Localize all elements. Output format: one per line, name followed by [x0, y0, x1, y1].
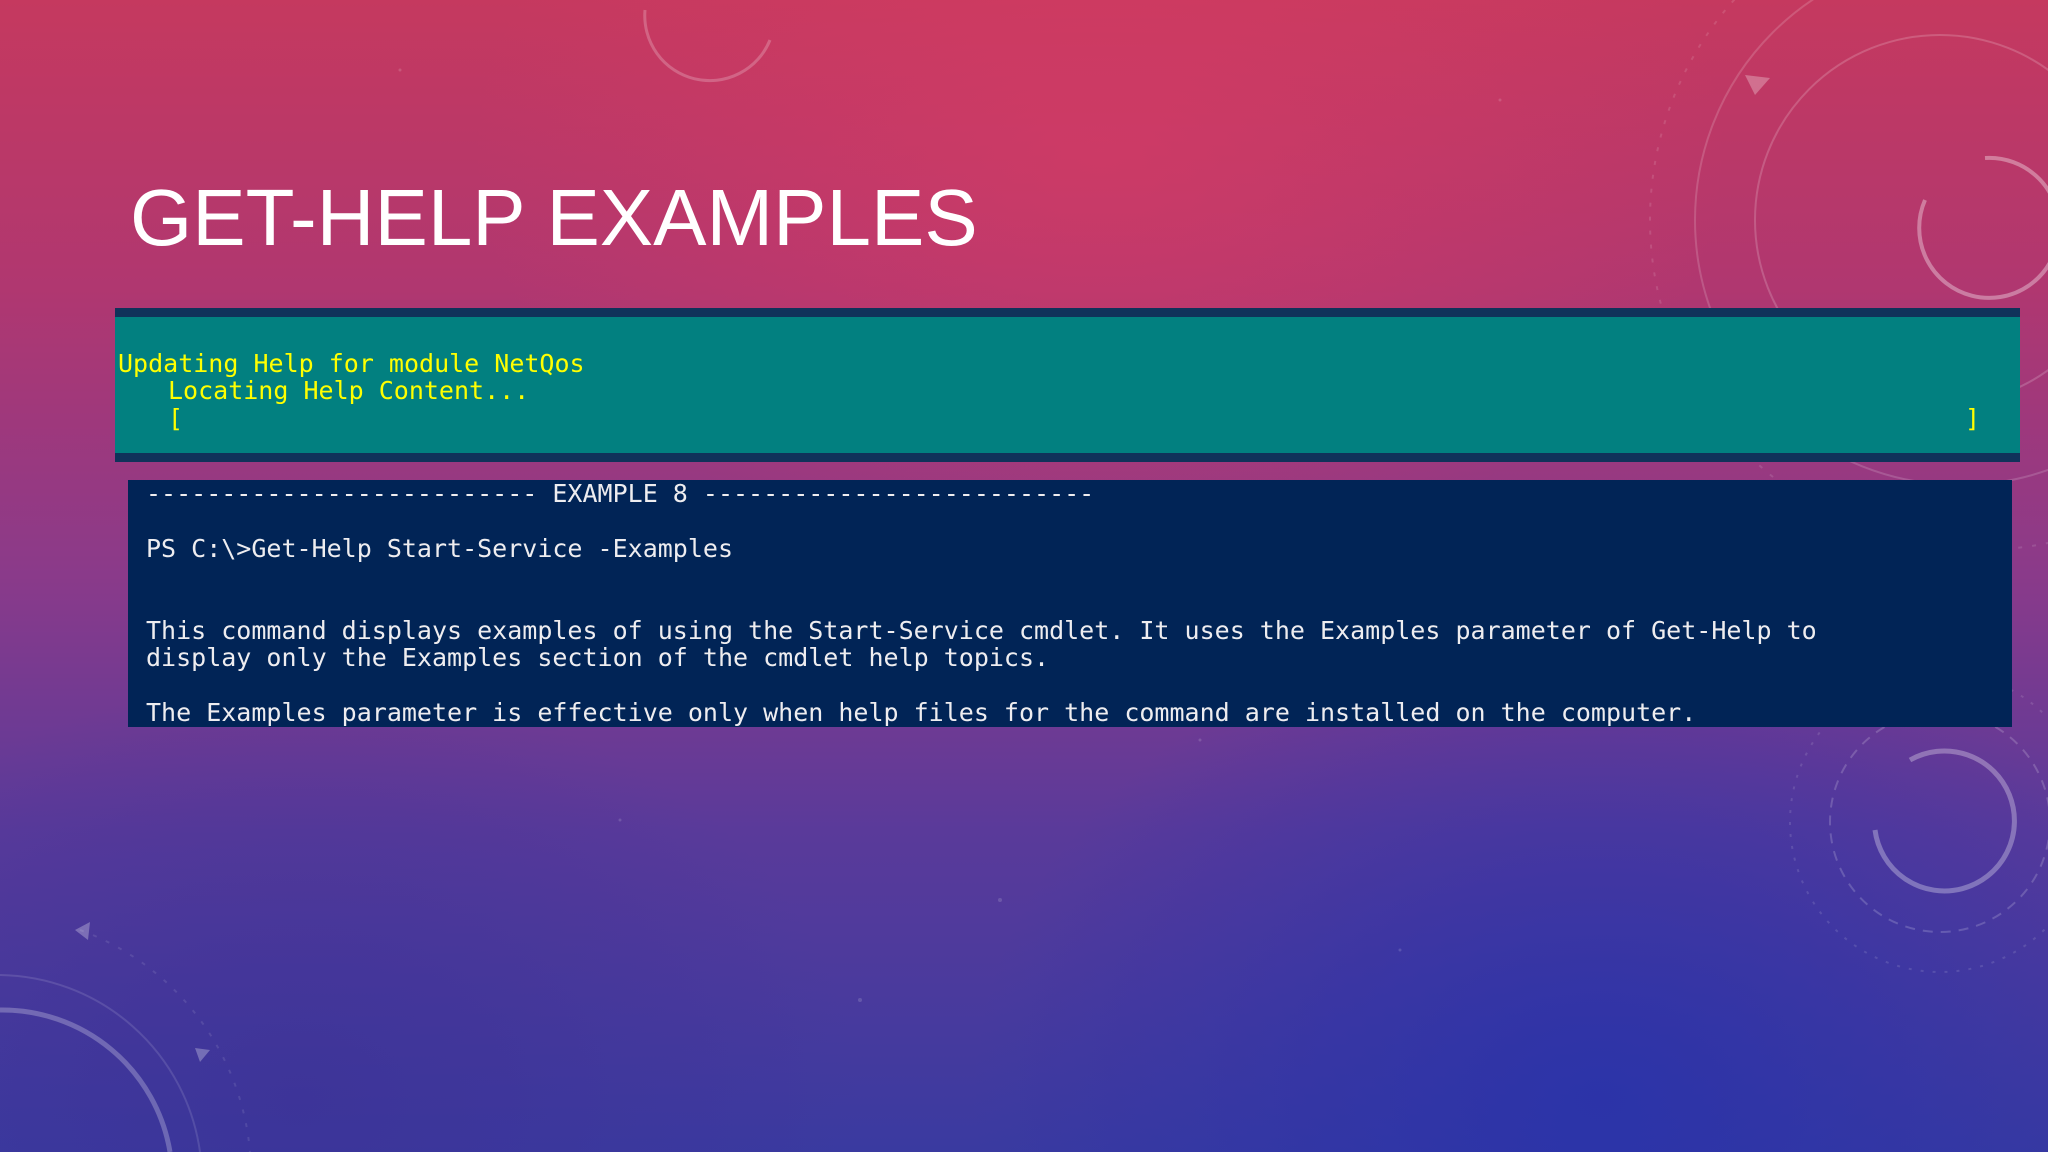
- command-line: PS C:\>Get-Help Start-Service -Examples: [146, 534, 733, 563]
- progress-bracket-close: ]: [1965, 404, 1981, 433]
- description-line-3: The Examples parameter is effective only…: [146, 698, 1697, 727]
- powershell-progress-panel: Updating Help for module NetQos Locating…: [115, 308, 2020, 462]
- powershell-console: -------------------------- EXAMPLE 8 ---…: [128, 480, 2012, 727]
- description-line-1: This command displays examples of using …: [146, 616, 1817, 645]
- progress-status-text: Locating Help Content...: [168, 376, 530, 405]
- progress-bracket-open: [: [168, 404, 184, 433]
- slide-title: GET-HELP EXAMPLES: [130, 173, 978, 262]
- example-header: -------------------------- EXAMPLE 8 ---…: [146, 480, 1095, 508]
- progress-module-text: Updating Help for module NetQos: [118, 349, 585, 378]
- description-line-2: display only the Examples section of the…: [146, 643, 1050, 672]
- ring-top-center: [643, 9, 772, 83]
